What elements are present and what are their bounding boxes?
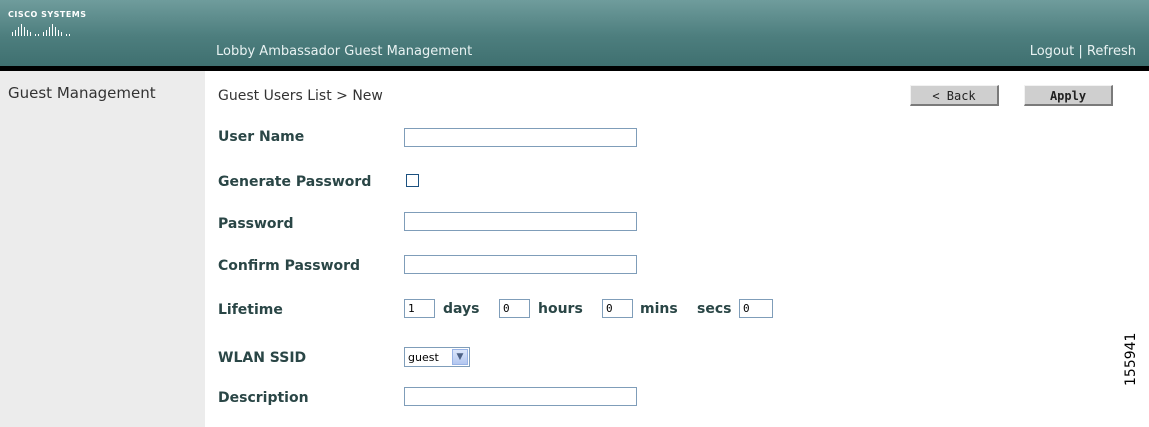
wlan-ssid-select[interactable]: guest ▼	[404, 347, 470, 367]
lifetime-hours-input[interactable]: 0	[499, 299, 530, 318]
lifetime-mins-input[interactable]: 0	[602, 299, 633, 318]
back-button[interactable]: < Back	[910, 85, 999, 106]
figure-id: 155941	[1123, 332, 1139, 386]
chevron-down-icon[interactable]: ▼	[452, 349, 468, 365]
wlan-ssid-label: WLAN SSID	[218, 350, 307, 366]
apply-button[interactable]: Apply	[1024, 85, 1113, 106]
password-input[interactable]	[404, 212, 637, 231]
cisco-logo-icon	[12, 24, 70, 36]
hours-label: hours	[538, 301, 583, 317]
sidebar-item-guest-management[interactable]: Guest Management	[8, 84, 156, 102]
confirm-password-input[interactable]	[404, 255, 637, 274]
description-input[interactable]	[404, 387, 637, 406]
generate-password-label: Generate Password	[218, 174, 372, 190]
user-name-label: User Name	[218, 129, 305, 145]
days-label: days	[443, 301, 480, 317]
confirm-password-label: Confirm Password	[218, 258, 361, 274]
link-separator: |	[1078, 44, 1083, 59]
wlan-ssid-selected-value: guest	[408, 351, 439, 364]
description-label: Description	[218, 390, 309, 406]
generate-password-checkbox[interactable]	[406, 174, 419, 187]
header: Cisco Systems Lobby Ambassador Guest Man…	[0, 0, 1149, 66]
password-label: Password	[218, 216, 294, 232]
logout-link[interactable]: Logout	[1030, 44, 1075, 59]
app-title: Lobby Ambassador Guest Management	[216, 44, 473, 59]
secs-label: secs	[697, 301, 732, 317]
lifetime-secs-input[interactable]: 0	[739, 299, 773, 318]
header-links: Logout | Refresh	[1030, 44, 1136, 59]
breadcrumb: Guest Users List > New	[218, 88, 383, 104]
mins-label: mins	[640, 301, 678, 317]
refresh-link[interactable]: Refresh	[1087, 44, 1136, 59]
user-name-input[interactable]	[404, 128, 637, 147]
lifetime-days-input[interactable]: 1	[404, 299, 435, 318]
sidebar: Guest Management	[0, 71, 205, 427]
lifetime-label: Lifetime	[218, 302, 283, 318]
cisco-logo-text: Cisco Systems	[8, 10, 87, 19]
